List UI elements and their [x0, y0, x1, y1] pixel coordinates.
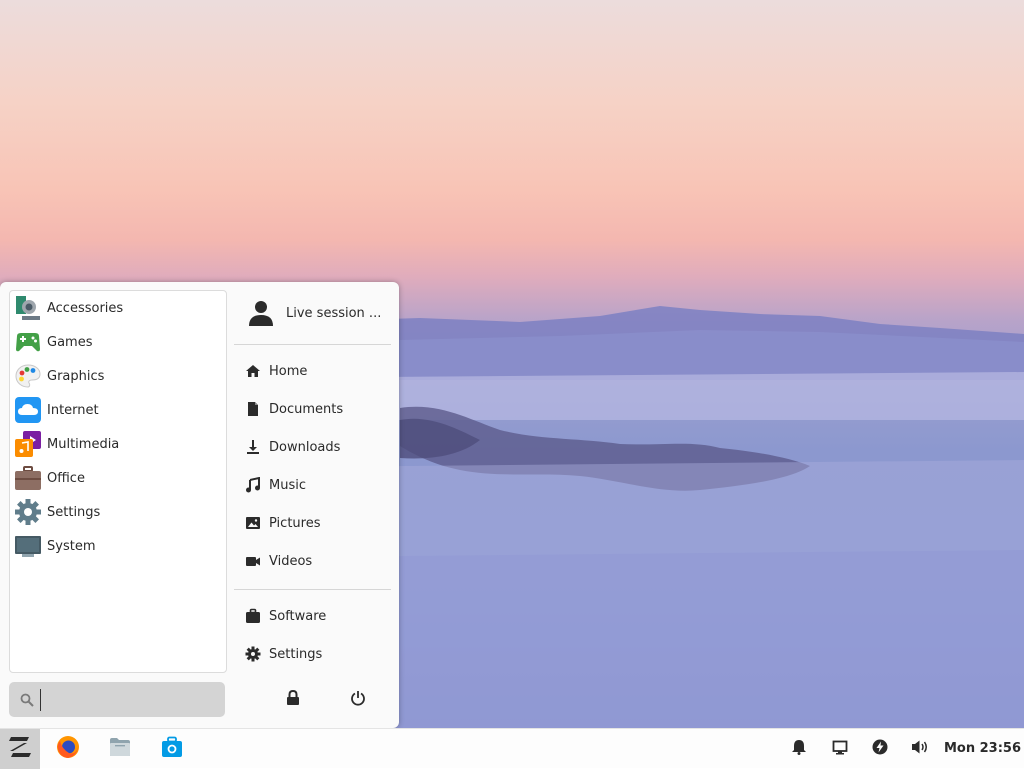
place-downloads[interactable]: Downloads [234, 431, 391, 463]
zorin-menu-icon [7, 735, 33, 763]
bell-icon [791, 739, 807, 759]
software-store-icon [161, 736, 183, 762]
app-menu-button[interactable] [0, 729, 40, 769]
user-avatar-icon [247, 299, 275, 327]
place-pictures[interactable]: Pictures [234, 507, 391, 539]
category-office[interactable]: Office [14, 462, 222, 494]
divider [234, 344, 391, 345]
place-home[interactable]: Home [234, 355, 391, 387]
files-launcher[interactable] [104, 729, 136, 769]
search-icon [20, 693, 34, 707]
picture-icon [245, 515, 261, 531]
link-label: Software [269, 608, 327, 624]
category-graphics[interactable]: Graphics [14, 360, 222, 392]
category-settings[interactable]: Settings [14, 496, 222, 528]
category-label: Internet [47, 402, 99, 418]
clock[interactable]: Mon 23:56 [944, 729, 1021, 769]
place-label: Downloads [269, 439, 341, 455]
display-button[interactable] [829, 729, 851, 769]
games-icon [14, 328, 42, 356]
settings-icon [14, 498, 42, 526]
user-account-button[interactable]: Live session ... [234, 296, 391, 330]
download-icon [245, 439, 261, 455]
system-icon [14, 532, 42, 560]
search-field[interactable] [9, 682, 225, 717]
power-status-button[interactable] [869, 729, 891, 769]
category-label: Accessories [47, 300, 124, 316]
software-launcher[interactable] [156, 729, 188, 769]
place-label: Videos [269, 553, 313, 569]
power-status-icon [872, 739, 888, 759]
place-documents[interactable]: Documents [234, 393, 391, 425]
internet-icon [14, 396, 42, 424]
place-label: Home [269, 363, 308, 379]
link-settings[interactable]: Settings [234, 638, 391, 670]
home-icon [245, 363, 261, 379]
category-list: Accessories Games Graphics Internet Mult… [9, 290, 227, 673]
document-icon [245, 401, 261, 417]
volume-button[interactable] [909, 729, 931, 769]
category-system[interactable]: System [14, 530, 222, 562]
taskbar: Mon 23:56 [0, 728, 1024, 769]
firefox-icon [56, 735, 80, 763]
lock-icon [286, 689, 300, 710]
software-bag-icon [245, 608, 261, 624]
video-icon [245, 553, 261, 569]
lock-button[interactable] [283, 689, 303, 710]
office-icon [14, 464, 42, 492]
gear-icon [245, 646, 261, 662]
category-games[interactable]: Games [14, 326, 222, 358]
category-label: Graphics [47, 368, 105, 384]
place-label: Documents [269, 401, 344, 417]
place-label: Music [269, 477, 306, 493]
firefox-launcher[interactable] [52, 729, 84, 769]
link-software[interactable]: Software [234, 600, 391, 632]
display-icon [832, 739, 848, 759]
volume-icon [911, 739, 929, 759]
accessories-icon [14, 294, 42, 322]
category-label: System [47, 538, 96, 554]
category-label: Multimedia [47, 436, 120, 452]
notifications-button[interactable] [788, 729, 810, 769]
graphics-icon [14, 362, 42, 390]
power-icon [350, 690, 366, 710]
category-label: Settings [47, 504, 101, 520]
category-accessories[interactable]: Accessories [14, 292, 222, 324]
place-music[interactable]: Music [234, 469, 391, 501]
music-icon [245, 476, 261, 493]
place-videos[interactable]: Videos [234, 545, 391, 577]
start-menu: Accessories Games Graphics Internet Mult… [0, 282, 399, 728]
category-internet[interactable]: Internet [14, 394, 222, 426]
user-name-label: Live session ... [286, 305, 382, 321]
search-input[interactable] [40, 688, 215, 711]
category-multimedia[interactable]: Multimedia [14, 428, 222, 460]
category-label: Office [47, 470, 85, 486]
place-label: Pictures [269, 515, 321, 531]
power-button[interactable] [348, 690, 368, 710]
category-label: Games [47, 334, 93, 350]
divider [234, 589, 391, 590]
link-label: Settings [269, 646, 323, 662]
files-icon [109, 737, 131, 761]
multimedia-icon [14, 430, 42, 458]
